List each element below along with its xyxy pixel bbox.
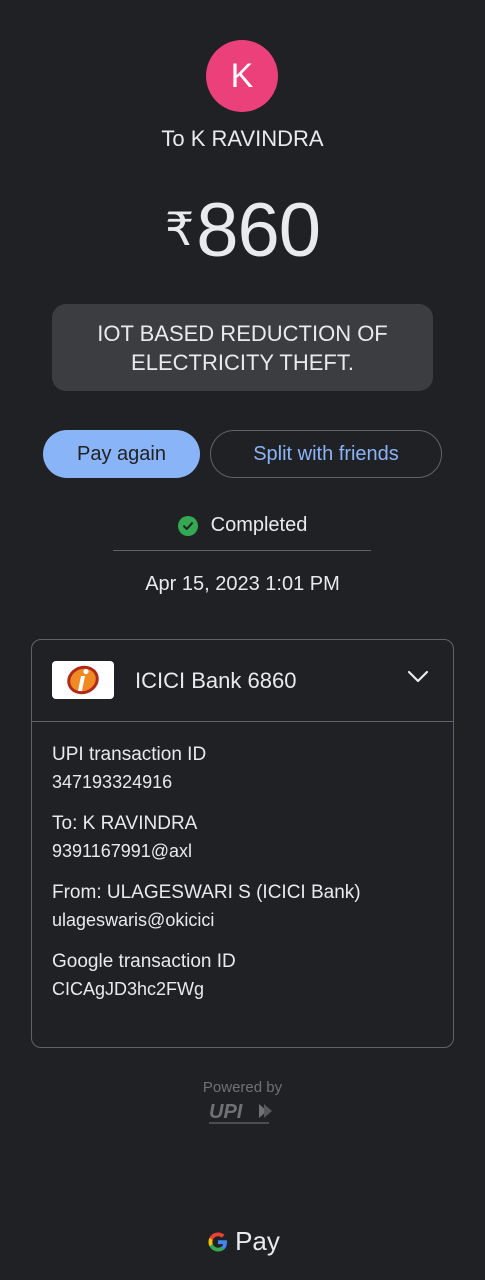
amount-value: 860 xyxy=(196,188,321,273)
detail-value: 9391167991@axl xyxy=(52,841,193,861)
detail-label: UPI transaction ID xyxy=(52,744,207,765)
detail-value: ulageswaris@okicici xyxy=(52,910,215,930)
upi-logo: UPI xyxy=(205,1098,279,1133)
transaction-datetime: Apr 15, 2023 1:01 PM xyxy=(145,573,340,595)
currency-symbol: ₹ xyxy=(164,203,195,255)
detail-label: Google transaction ID xyxy=(52,951,236,972)
split-with-friends-button[interactable]: Split with friends xyxy=(210,430,442,478)
avatar-initial: K xyxy=(230,56,254,95)
detail-label: From: ULAGESWARI S (ICICI Bank) xyxy=(52,882,361,903)
detail-to: To: K RAVINDRA 9391167991@axl xyxy=(52,811,433,866)
details-list: UPI transaction ID 347193324916 To: K RA… xyxy=(32,722,453,1004)
detail-from: From: ULAGESWARI S (ICICI Bank) ulageswa… xyxy=(52,880,433,935)
bank-account-name: ICICI Bank 6860 xyxy=(135,668,297,693)
detail-value: 347193324916 xyxy=(52,772,173,792)
status-divider xyxy=(113,550,371,551)
google-g-icon xyxy=(208,1232,228,1251)
recipient-name: To K RAVINDRA xyxy=(161,126,324,151)
transaction-details-screen: K To K RAVINDRA ₹ 860 IOT BASED REDUCTIO… xyxy=(0,0,485,1280)
detail-google-transaction-id: Google transaction ID CICAgJD3hc2FWg xyxy=(52,949,433,1004)
payment-note-text: IOT BASED REDUCTION OF ELECTRICITY THEFT… xyxy=(97,320,388,375)
detail-value: CICAgJD3hc2FWg xyxy=(52,979,205,999)
google-pay-text: Pay xyxy=(235,1226,280,1256)
pay-again-button[interactable]: Pay again xyxy=(43,430,200,478)
chevron-down-icon[interactable] xyxy=(407,670,429,689)
payment-note: IOT BASED REDUCTION OF ELECTRICITY THEFT… xyxy=(52,304,433,391)
detail-label: To: K RAVINDRA xyxy=(52,813,198,834)
bank-account-row[interactable]: ICICI Bank 6860 xyxy=(32,640,453,722)
pay-again-label: Pay again xyxy=(77,442,166,465)
powered-by-text: Powered by xyxy=(202,1079,283,1096)
status-text: Completed xyxy=(210,514,308,536)
check-circle-icon xyxy=(177,515,198,536)
detail-upi-transaction-id: UPI transaction ID 347193324916 xyxy=(52,742,433,797)
svg-text:UPI: UPI xyxy=(209,1101,243,1123)
recipient-avatar: K xyxy=(206,40,278,112)
icici-logo xyxy=(52,661,114,699)
status-row: Completed xyxy=(0,514,485,537)
payment-amount: ₹ 860 xyxy=(0,188,485,274)
transaction-details-card: ICICI Bank 6860 UPI transaction ID 34719… xyxy=(31,639,454,1048)
split-label: Split with friends xyxy=(253,442,399,465)
google-pay-logo: Pay xyxy=(0,1226,485,1257)
